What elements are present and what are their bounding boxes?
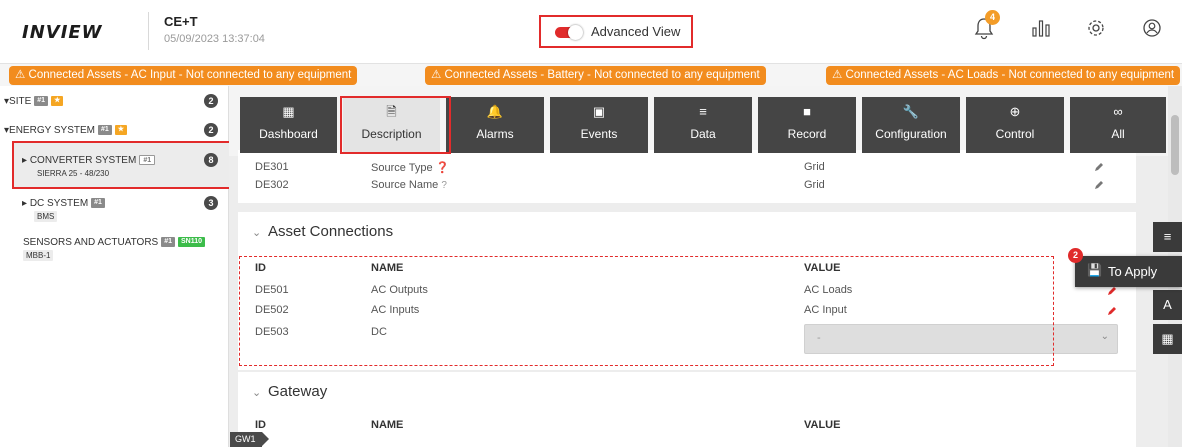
app-header: INVIEW CE+T 05/09/2023 13:37:04 Advanced… xyxy=(0,0,1182,64)
tab-control[interactable]: ⊕ Control xyxy=(966,97,1064,153)
row-value: Grid xyxy=(804,179,825,191)
filter-icon[interactable]: ≡ xyxy=(1153,222,1182,252)
star-icon: ★ xyxy=(51,96,64,107)
record-icon: ■ xyxy=(803,104,811,119)
column-header-value: VALUE xyxy=(804,419,841,431)
star-icon: ★ xyxy=(114,125,128,136)
toggle-knob xyxy=(568,25,583,40)
tree-item-site[interactable]: ▾SITE #1 ★ xyxy=(4,96,64,107)
tab-dashboard[interactable]: ▦ Dashboard xyxy=(240,97,337,153)
column-header-name: NAME xyxy=(371,419,404,431)
device-model: SIERRA 25 - 48/230 xyxy=(34,168,113,179)
app-logo[interactable]: INVIEW xyxy=(22,22,103,43)
chevron-down-icon[interactable]: ⌄ xyxy=(252,386,261,399)
description-highlight xyxy=(340,96,451,154)
control-icon: ⊕ xyxy=(1009,104,1021,119)
section-title[interactable]: Asset Connections xyxy=(268,223,393,240)
caret-right-icon: ▸ xyxy=(22,198,30,209)
row-name: Source Name ? xyxy=(371,179,447,191)
modified-rows-highlight xyxy=(239,256,1054,366)
alert-ac-loads[interactable]: ⚠ Connected Assets - AC Loads - Not conn… xyxy=(826,66,1181,85)
gateway-tag[interactable]: GW1 xyxy=(230,432,268,447)
chart-icon[interactable] xyxy=(1030,16,1056,46)
tag-badge: SN110 xyxy=(178,237,206,248)
tab-configuration[interactable]: 🔧 Configuration xyxy=(862,97,960,153)
scrollbar-thumb[interactable] xyxy=(1171,115,1179,175)
site-name: CE+T xyxy=(164,14,198,29)
pending-changes-badge: 2 xyxy=(1068,248,1083,263)
tab-events[interactable]: ▣ Events xyxy=(550,97,648,153)
chevron-down-icon[interactable]: ⌄ xyxy=(252,226,261,239)
alert-battery[interactable]: ⚠ Connected Assets - Battery - Not conne… xyxy=(425,66,766,85)
dashboard-icon: ▦ xyxy=(282,104,295,119)
count-badge: 2 xyxy=(204,94,218,108)
advanced-view-label: Advanced View xyxy=(591,24,681,39)
advanced-view-toggle[interactable]: Advanced View xyxy=(539,15,693,48)
edit-icon[interactable] xyxy=(1106,305,1118,317)
row-id: DE302 xyxy=(255,179,289,191)
infinity-icon: ∞ xyxy=(1113,104,1123,119)
device-model: MBB-1 xyxy=(23,250,54,261)
tag-badge: #1 xyxy=(97,125,112,136)
gateway-card: ⌄ Gateway ID NAME VALUE xyxy=(238,372,1136,447)
tag-badge: #1 xyxy=(161,237,176,248)
tab-data[interactable]: ≡ Data xyxy=(654,97,752,153)
count-badge: 3 xyxy=(204,196,218,210)
tab-alarms[interactable]: 🔔 Alarms xyxy=(446,97,544,153)
gear-icon[interactable] xyxy=(1085,16,1111,46)
tree-item-sensors[interactable]: SENSORS AND ACTUATORS #1 SN110 xyxy=(23,237,206,248)
tree-item-energy-system[interactable]: ▾ENERGY SYSTEM #1 ★ xyxy=(4,125,128,136)
column-header-id: ID xyxy=(255,419,266,431)
wrench-icon: 🔧 xyxy=(902,104,920,119)
edit-icon[interactable] xyxy=(1093,179,1105,191)
alert-ac-input[interactable]: ⚠ Connected Assets - AC Input - Not conn… xyxy=(9,66,358,85)
tag-badge: #1 xyxy=(91,198,105,209)
tree-item-converter-system[interactable]: ▸ CONVERTER SYSTEM #1 xyxy=(22,155,156,166)
tree-item-dc-system[interactable]: ▸ DC SYSTEM #1 xyxy=(22,198,105,209)
caret-right-icon: ▸ xyxy=(22,155,30,166)
device-model: BMS xyxy=(34,211,58,222)
help-icon: ❓ xyxy=(435,162,450,174)
warning-icon: ⚠ xyxy=(431,69,445,81)
spellcheck-icon[interactable]: A xyxy=(1153,290,1182,320)
calendar-icon: ▣ xyxy=(592,104,606,119)
save-icon: 💾 xyxy=(1087,263,1102,277)
toggle-switch[interactable] xyxy=(555,25,583,40)
tag-badge: #1 xyxy=(139,155,156,166)
warning-icon: ⚠ xyxy=(832,69,846,81)
alert-bar: ⚠ Connected Assets - AC Input - Not conn… xyxy=(0,64,1182,86)
data-icon: ≡ xyxy=(699,104,707,119)
row-id: DE301 xyxy=(255,161,289,173)
tab-all[interactable]: ∞ All xyxy=(1070,97,1166,153)
count-badge: 2 xyxy=(204,123,218,137)
header-divider xyxy=(148,12,149,50)
chevron-down-icon: ⌄ xyxy=(1100,331,1109,342)
help-icon: ? xyxy=(441,180,447,191)
to-apply-button[interactable]: 💾 To Apply xyxy=(1075,256,1182,287)
warning-icon: ⚠ xyxy=(15,69,29,81)
grid-icon[interactable]: ▦ xyxy=(1153,324,1182,354)
tab-record[interactable]: ■ Record xyxy=(758,97,856,153)
row-value: Grid xyxy=(804,161,825,173)
source-card: DE301 Source Type ❓ Grid DE302 Source Na… xyxy=(238,150,1136,203)
count-badge: 8 xyxy=(204,153,218,167)
edit-icon[interactable] xyxy=(1093,161,1105,173)
user-icon[interactable] xyxy=(1141,16,1167,46)
timestamp: 05/09/2023 13:37:04 xyxy=(164,33,265,45)
tag-badge: #1 xyxy=(34,96,49,107)
section-title[interactable]: Gateway xyxy=(268,383,327,400)
notification-badge: 4 xyxy=(985,10,1000,25)
alarm-icon: 🔔 xyxy=(486,104,504,119)
row-name: Source Type ❓ xyxy=(371,162,450,174)
